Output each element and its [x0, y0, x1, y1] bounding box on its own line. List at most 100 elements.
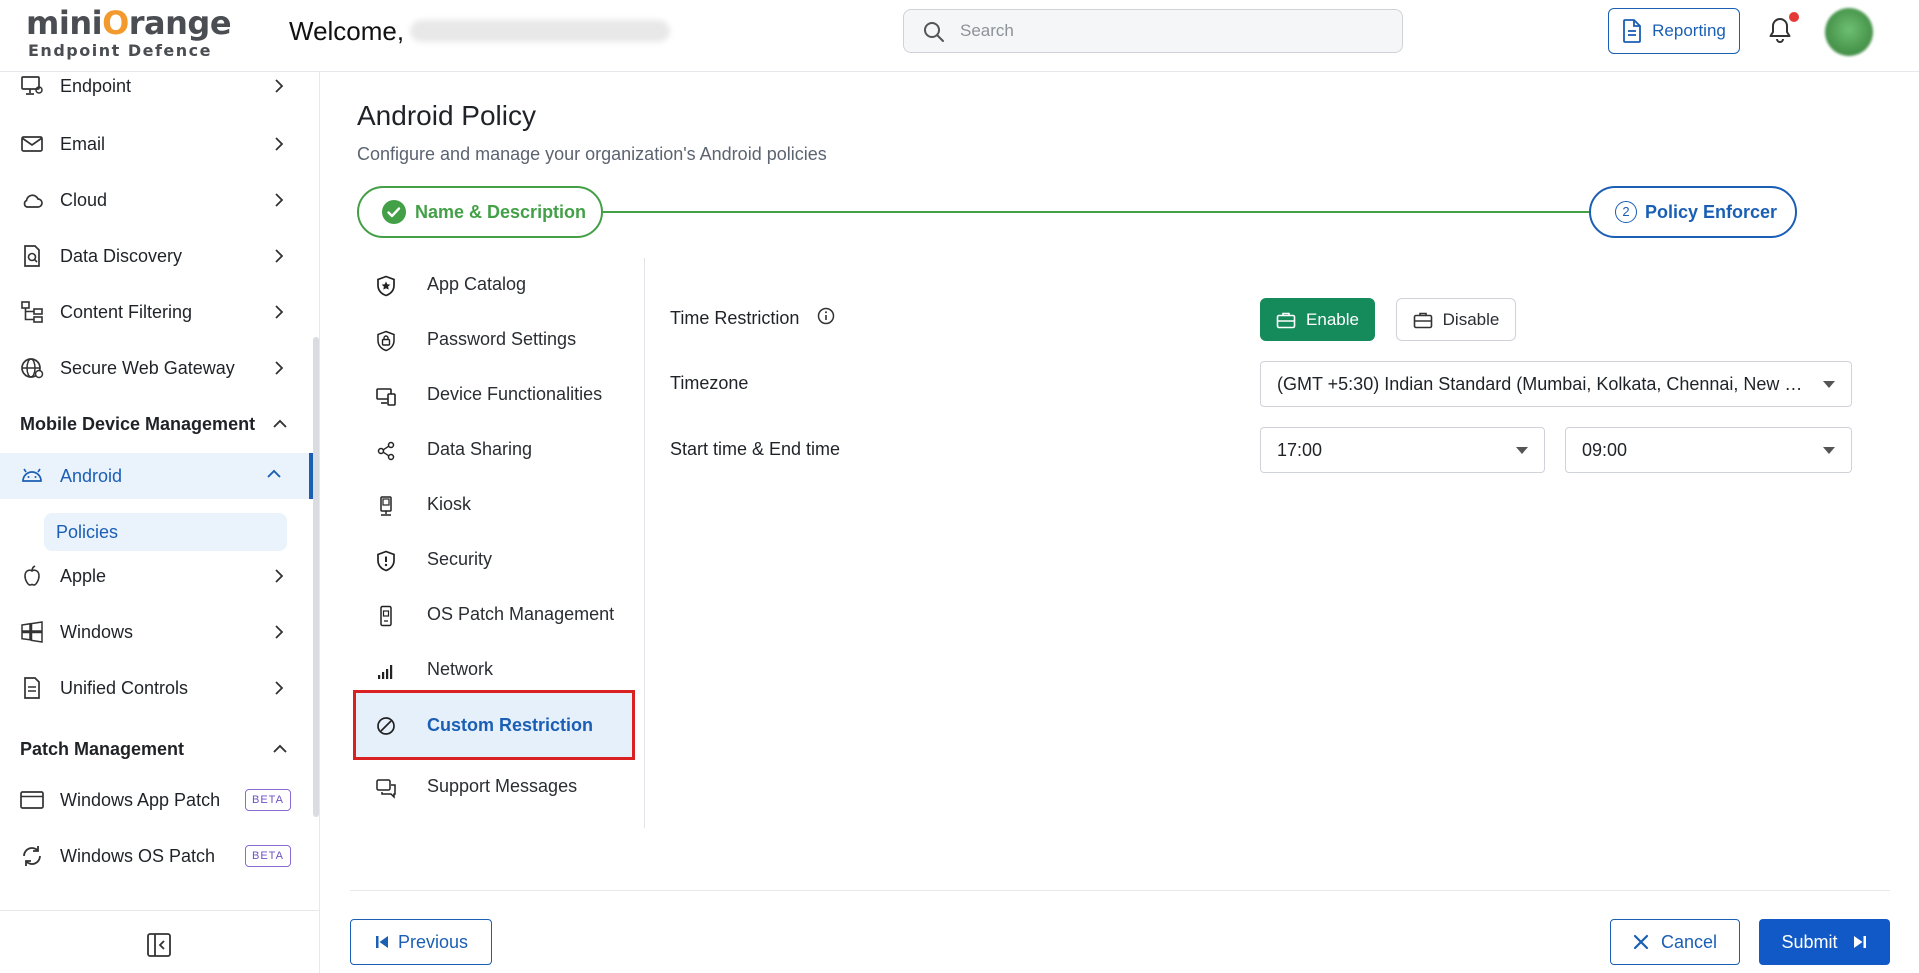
skip-back-icon	[374, 934, 390, 950]
submenu-label: Security	[427, 549, 493, 569]
chevron-right-icon	[272, 568, 286, 584]
briefcase-icon	[1413, 311, 1433, 329]
chevron-up-icon	[265, 467, 283, 481]
sidebar-item-label: Endpoint	[60, 75, 132, 96]
search-input[interactable]	[960, 10, 1380, 52]
redacted-username	[410, 20, 670, 42]
start-time-select[interactable]: 17:00	[1260, 427, 1545, 473]
enable-button[interactable]: Enable	[1260, 298, 1375, 341]
submenu-item-kiosk[interactable]: Kiosk	[357, 478, 635, 533]
monitor-icon	[20, 74, 44, 98]
apple-icon	[20, 564, 44, 588]
submenu-item-app-catalog[interactable]: App Catalog	[357, 258, 635, 313]
file-search-icon	[20, 244, 44, 268]
sidebar-item-apple[interactable]: Apple	[0, 553, 300, 599]
block-icon	[375, 715, 397, 737]
end-time-value: 09:00	[1582, 440, 1628, 460]
skip-forward-icon	[1852, 934, 1868, 950]
sidebar-scrollbar[interactable]	[313, 337, 319, 817]
section-mobile-device-management[interactable]: Mobile Device Management	[20, 414, 255, 435]
app-window-icon	[20, 788, 44, 812]
sidebar-item-secure-web-gateway[interactable]: Secure Web Gateway	[0, 345, 300, 391]
miniorange-logo[interactable]: miniOrange Endpoint Defence	[26, 4, 232, 60]
submit-label: Submit	[1781, 931, 1838, 952]
submenu-label: Password Settings	[427, 329, 577, 349]
mail-icon	[20, 132, 44, 156]
sidebar-item-data-discovery[interactable]: Data Discovery	[0, 233, 300, 279]
chevron-right-icon	[272, 248, 286, 264]
sidebar-item-label: Unified Controls	[60, 677, 189, 698]
previous-label: Previous	[397, 931, 469, 952]
submenu-item-security[interactable]: Security	[357, 533, 635, 588]
submenu-item-password-settings[interactable]: Password Settings	[357, 313, 635, 368]
sidebar-item-label: Android	[60, 465, 123, 486]
chevron-up-icon[interactable]	[271, 417, 289, 431]
sidebar-divider	[0, 910, 320, 911]
chevron-right-icon	[272, 304, 286, 320]
section-patch-management[interactable]: Patch Management	[20, 739, 184, 760]
sidebar-item-email[interactable]: Email	[0, 121, 300, 167]
submit-button[interactable]: Submit	[1759, 919, 1890, 965]
briefcase-icon	[1276, 311, 1296, 329]
sidebar-item-label: Secure Web Gateway	[60, 357, 235, 378]
chevron-right-icon	[272, 680, 286, 696]
stepper-connector	[600, 211, 1590, 213]
sidebar-item-content-filtering[interactable]: Content Filtering	[0, 289, 300, 335]
submenu-label: Network	[427, 659, 494, 679]
timezone-select[interactable]: (GMT +5:30) Indian Standard (Mumbai, Kol…	[1260, 361, 1852, 407]
dropdown-arrow-icon	[1823, 447, 1835, 454]
info-icon[interactable]	[817, 307, 835, 325]
policy-submenu: App Catalog Password Settings Device Fun…	[353, 258, 645, 828]
sidebar-item-unified-controls[interactable]: Unified Controls	[0, 665, 300, 711]
chevron-right-icon	[272, 360, 286, 376]
sidebar-item-windows[interactable]: Windows	[0, 609, 300, 655]
timezone-value: (GMT +5:30) Indian Standard (Mumbai, Kol…	[1277, 374, 1832, 394]
signal-icon	[375, 660, 397, 682]
chevron-right-icon	[272, 192, 286, 208]
sidebar-item-android[interactable]: Android	[0, 453, 313, 499]
submenu-item-os-patch-management[interactable]: OS Patch Management	[357, 588, 635, 643]
sidebar-item-windows-app-patch[interactable]: Windows App Patch BETA	[0, 777, 300, 823]
submenu-label: OS Patch Management	[427, 604, 615, 624]
submenu-label: Device Functionalities	[427, 384, 603, 404]
submenu-item-support-messages[interactable]: Support Messages	[357, 760, 635, 815]
sidebar-item-endpoint[interactable]: Endpoint	[0, 63, 300, 109]
chat-icon	[375, 777, 397, 799]
kiosk-icon	[375, 495, 397, 517]
sidebar-item-cloud[interactable]: Cloud	[0, 177, 300, 223]
start-end-time-label: Start time & End time	[670, 439, 841, 459]
sidebar-item-label: Cloud	[60, 189, 108, 210]
sidebar-item-label: Windows OS Patch	[60, 845, 216, 866]
reporting-button[interactable]: Reporting	[1608, 8, 1740, 54]
share-icon	[375, 440, 397, 462]
chevron-up-icon[interactable]	[271, 742, 289, 756]
windows-icon	[20, 620, 44, 644]
logo-subtitle: Endpoint Defence	[28, 41, 212, 60]
sidebar-subitem-policies[interactable]: Policies	[44, 513, 287, 551]
end-time-select[interactable]: 09:00	[1565, 427, 1852, 473]
submenu-item-device-functionalities[interactable]: Device Functionalities	[357, 368, 635, 423]
beta-badge: BETA	[245, 789, 291, 811]
previous-button[interactable]: Previous	[350, 919, 492, 965]
step-policy-enforcer[interactable]: 2 Policy Enforcer	[1589, 186, 1797, 238]
cancel-button[interactable]: Cancel	[1610, 919, 1740, 965]
notification-badge	[1789, 12, 1799, 22]
disable-button[interactable]: Disable	[1396, 298, 1516, 341]
reporting-label: Reporting	[1652, 21, 1726, 40]
sidebar-item-label: Apple	[60, 565, 107, 586]
search-box[interactable]	[903, 9, 1403, 53]
search-icon	[922, 20, 946, 44]
chevron-right-icon	[272, 78, 286, 94]
collapse-sidebar-icon[interactable]	[146, 932, 172, 958]
submenu-item-custom-restriction[interactable]: Custom Restriction	[353, 690, 635, 760]
sidebar-item-windows-os-patch[interactable]: Windows OS Patch BETA	[0, 833, 300, 879]
step-name-description[interactable]: Name & Description	[357, 186, 603, 238]
user-avatar[interactable]	[1825, 8, 1873, 56]
time-restriction-text: Time Restriction	[670, 308, 800, 328]
sidebar-item-label: Email	[60, 133, 106, 154]
submenu-item-data-sharing[interactable]: Data Sharing	[357, 423, 635, 478]
android-icon	[20, 464, 44, 488]
dropdown-arrow-icon	[1516, 447, 1528, 454]
timezone-label: Timezone	[670, 373, 749, 393]
top-header: miniOrange Endpoint Defence Welcome, Rep…	[0, 0, 1919, 72]
